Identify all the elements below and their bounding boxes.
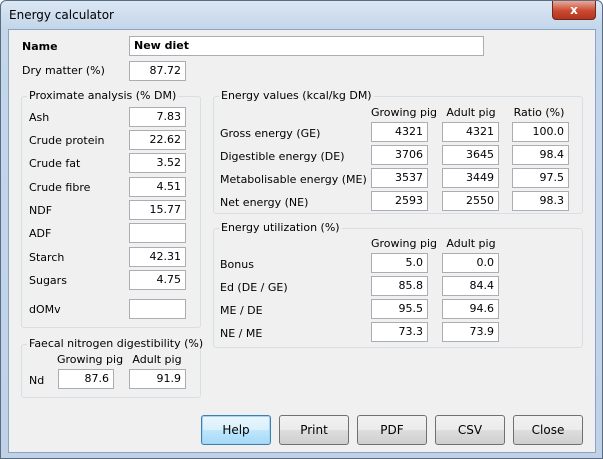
net-energy-label: Net energy (NE) — [220, 196, 309, 209]
ed-growing[interactable]: 85.8 — [371, 276, 428, 296]
close-icon: x — [570, 3, 578, 17]
energy-values-title: Energy values (kcal/kg DM) — [219, 89, 374, 102]
starch-input[interactable]: 42.31 — [129, 247, 186, 267]
window-close-button[interactable]: x — [552, 1, 596, 20]
bonus-label: Bonus — [220, 258, 254, 271]
ndf-input[interactable]: 15.77 — [129, 200, 186, 220]
utilization-growing-header: Growing pig — [370, 237, 438, 250]
digestible-energy-adult[interactable]: 3645 — [442, 145, 499, 165]
sugars-input[interactable]: 4.75 — [129, 270, 186, 290]
faecal-nitrogen-title: Faecal nitrogen digestibility (%) — [27, 337, 206, 350]
sugars-label: Sugars — [29, 274, 67, 287]
me-de-growing[interactable]: 95.5 — [371, 299, 428, 319]
window-title: Energy calculator — [9, 8, 114, 22]
adf-label: ADF — [29, 227, 52, 240]
ne-me-adult[interactable]: 73.9 — [442, 322, 499, 342]
metabolisable-energy-adult[interactable]: 3449 — [442, 168, 499, 188]
starch-label: Starch — [29, 251, 65, 264]
name-input[interactable]: New diet — [129, 36, 484, 56]
ne-me-growing[interactable]: 73.3 — [371, 322, 428, 342]
pdf-button[interactable]: PDF — [357, 415, 427, 445]
net-energy-growing[interactable]: 2593 — [371, 191, 428, 211]
energy-utilization-title: Energy utilization (%) — [219, 221, 342, 234]
ed-label: Ed (DE / GE) — [220, 281, 288, 294]
nd-adult-input[interactable]: 91.9 — [129, 369, 186, 389]
net-energy-adult[interactable]: 2550 — [442, 191, 499, 211]
dry-matter-label: Dry matter (%) — [22, 64, 105, 77]
bonus-adult[interactable]: 0.0 — [442, 253, 499, 273]
domv-label: dOMv — [29, 303, 61, 316]
bonus-growing[interactable]: 5.0 — [371, 253, 428, 273]
crude-fibre-label: Crude fibre — [29, 181, 91, 194]
ash-input[interactable]: 7.83 — [129, 107, 186, 127]
me-de-label: ME / DE — [220, 304, 263, 317]
digestible-energy-growing[interactable]: 3706 — [371, 145, 428, 165]
energy-adult-header: Adult pig — [446, 106, 496, 119]
energy-ratio-header: Ratio (%) — [513, 106, 565, 119]
metabolisable-energy-growing[interactable]: 3537 — [371, 168, 428, 188]
gross-energy-adult[interactable]: 4321 — [442, 122, 499, 142]
nd-growing-input[interactable]: 87.6 — [58, 369, 114, 389]
name-label: Name — [22, 40, 58, 53]
faecal-growing-header: Growing pig — [57, 353, 124, 366]
help-button[interactable]: Help — [201, 415, 271, 445]
ne-me-label: NE / ME — [220, 327, 263, 340]
crude-fibre-input[interactable]: 4.51 — [129, 177, 186, 197]
energy-growing-header: Growing pig — [370, 106, 438, 119]
print-button[interactable]: Print — [279, 415, 349, 445]
nd-label: Nd — [29, 374, 45, 387]
net-energy-ratio[interactable]: 98.3 — [512, 191, 569, 211]
crude-fat-input[interactable]: 3.52 — [129, 153, 186, 173]
crude-protein-input[interactable]: 22.62 — [129, 130, 186, 150]
metabolisable-energy-label: Metabolisable energy (ME) — [220, 173, 367, 186]
dry-matter-input[interactable]: 87.72 — [129, 61, 186, 81]
ed-adult[interactable]: 84.4 — [442, 276, 499, 296]
adf-input[interactable] — [129, 223, 186, 243]
digestible-energy-ratio[interactable]: 98.4 — [512, 145, 569, 165]
gross-energy-growing[interactable]: 4321 — [371, 122, 428, 142]
utilization-adult-header: Adult pig — [446, 237, 496, 250]
energy-calculator-window: Energy calculator x Name New diet Dry ma… — [0, 0, 603, 459]
me-de-adult[interactable]: 94.6 — [442, 299, 499, 319]
ash-label: Ash — [29, 111, 50, 124]
gross-energy-label: Gross energy (GE) — [220, 127, 321, 140]
proximate-analysis-title: Proximate analysis (% DM) — [27, 89, 179, 102]
ndf-label: NDF — [29, 204, 53, 217]
domv-input[interactable] — [129, 299, 186, 319]
close-button[interactable]: Close — [513, 415, 583, 445]
dialog-client-area: Name New diet Dry matter (%) 87.72 Proxi… — [8, 29, 596, 453]
crude-fat-label: Crude fat — [29, 157, 81, 170]
metabolisable-energy-ratio[interactable]: 97.5 — [512, 168, 569, 188]
digestible-energy-label: Digestible energy (DE) — [220, 150, 345, 163]
gross-energy-ratio[interactable]: 100.0 — [512, 122, 569, 142]
crude-protein-label: Crude protein — [29, 134, 105, 147]
faecal-adult-header: Adult pig — [132, 353, 182, 366]
csv-button[interactable]: CSV — [435, 415, 505, 445]
title-bar[interactable]: Energy calculator x — [1, 1, 602, 29]
